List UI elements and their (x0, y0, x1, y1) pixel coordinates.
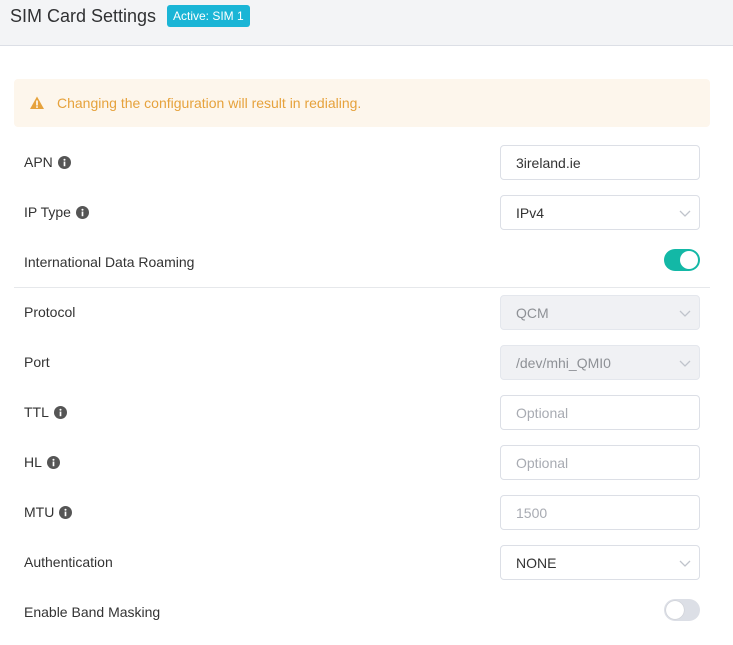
info-circle-icon[interactable] (46, 455, 60, 469)
info-circle-icon[interactable] (59, 505, 73, 519)
ip-type-label-text: IP Type (24, 204, 71, 220)
warning-triangle-icon (30, 96, 44, 109)
band-masking-label: Enable Band Masking (24, 604, 161, 620)
hl-label-text: HL (24, 454, 42, 470)
ttl-row: TTL (0, 395, 733, 431)
info-circle-icon[interactable] (75, 205, 89, 219)
authentication-select[interactable]: NONE (500, 545, 700, 580)
band-masking-row: Enable Band Masking (0, 595, 733, 631)
section-divider (14, 287, 710, 288)
active-sim-badge: Active: SIM 1 (167, 5, 250, 27)
ttl-label-text: TTL (24, 404, 49, 420)
chevron-down-icon (679, 560, 691, 567)
mtu-row: MTU (0, 495, 733, 531)
authentication-row: Authentication NONE (0, 545, 733, 581)
roaming-row: International Data Roaming (0, 245, 733, 281)
chevron-down-icon (679, 360, 691, 367)
ip-type-label: IP Type (24, 204, 89, 220)
page-header: SIM Card Settings Active: SIM 1 (0, 0, 733, 46)
alert-message: Changing the configuration will result i… (57, 95, 362, 111)
info-circle-icon[interactable] (53, 405, 67, 419)
chevron-down-icon (679, 210, 691, 217)
port-select: /dev/mhi_QMI0 (500, 345, 700, 380)
mtu-input[interactable] (500, 495, 700, 530)
ttl-input[interactable] (500, 395, 700, 430)
warning-alert: Changing the configuration will result i… (14, 79, 710, 127)
authentication-value: NONE (516, 555, 557, 571)
ttl-label: TTL (24, 404, 67, 420)
band-masking-toggle[interactable] (664, 599, 700, 621)
apn-label: APN (24, 154, 71, 170)
mtu-label: MTU (24, 504, 73, 520)
protocol-label: Protocol (24, 304, 76, 320)
protocol-select: QCM (500, 295, 700, 330)
hl-row: HL (0, 445, 733, 481)
ip-type-value: IPv4 (516, 205, 545, 221)
protocol-value: QCM (516, 305, 549, 321)
hl-label: HL (24, 454, 60, 470)
port-value: /dev/mhi_QMI0 (516, 355, 611, 371)
info-circle-icon[interactable] (57, 155, 71, 169)
port-row: Port /dev/mhi_QMI0 (0, 345, 733, 381)
ip-type-select[interactable]: IPv4 (500, 195, 700, 230)
chevron-down-icon (679, 310, 691, 317)
apn-row: APN (0, 145, 733, 181)
toggle-knob (666, 601, 684, 619)
roaming-label: International Data Roaming (24, 254, 195, 270)
ip-type-row: IP Type IPv4 (0, 195, 733, 231)
authentication-label: Authentication (24, 554, 113, 570)
roaming-toggle[interactable] (664, 249, 700, 271)
apn-input[interactable] (500, 145, 700, 180)
toggle-knob (680, 251, 698, 269)
protocol-row: Protocol QCM (0, 295, 733, 331)
apn-label-text: APN (24, 154, 53, 170)
port-label: Port (24, 354, 50, 370)
mtu-label-text: MTU (24, 504, 55, 520)
hl-input[interactable] (500, 445, 700, 480)
page-title: SIM Card Settings (10, 6, 157, 26)
